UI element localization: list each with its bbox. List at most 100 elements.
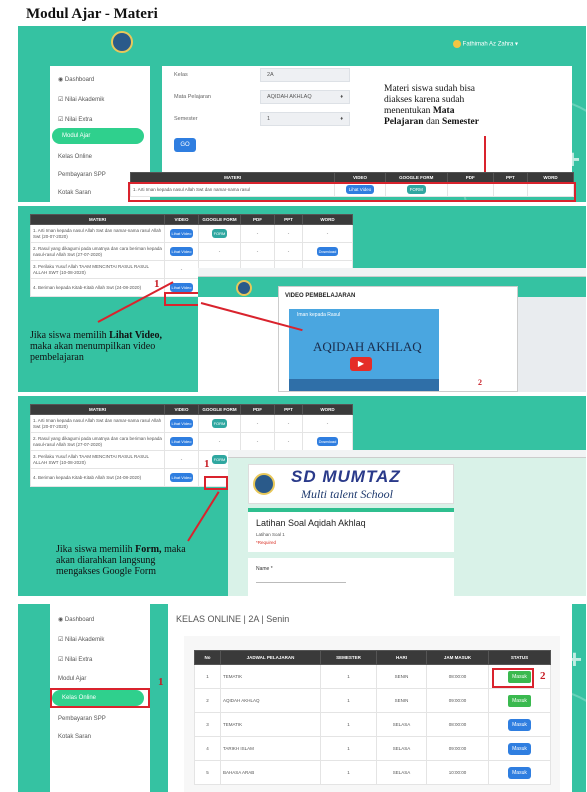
semester-cell: 1 [320,736,377,761]
materi-cell: 4. Beriman kepada Kitab-Kitab Allah Swt … [30,278,165,297]
caption-text: maka [164,544,186,555]
masuk-button[interactable]: Masuk [508,742,531,755]
school-name: SD MUMTAZ [291,467,401,486]
mapel-cell: AQIDAH AKHLAQ [220,688,321,713]
step-marker: 2 [478,378,482,387]
popup-title: VIDEO PEMBELAJARAN [285,293,356,299]
sidebar-item-nilai-extra[interactable]: ☑ Nilai Extra [58,656,92,663]
sidebar-item-nilai-extra[interactable]: ☑ Nilai Extra [58,116,92,123]
semester-cell: 1 [320,712,377,737]
school-logo [253,473,275,495]
mapel-cell: TARIKH ISLAM [220,736,321,761]
download-button[interactable]: Download [316,437,339,446]
column-header: GOOGLE FORM [198,404,241,415]
lihat-video-button[interactable]: Lihat Video [169,229,194,238]
sidebar-item-label: Dashboard [64,617,95,623]
table-header-row: MATERI VIDEO GOOGLE FORM PDF PPT WORD [30,404,353,415]
materi-cell: 3. Perilaku Yusuf Allah TAAM MENCINTAI R… [30,450,165,469]
sidebar-item-label: Dashboard [64,77,95,83]
name-input[interactable] [256,582,346,583]
lihat-video-button[interactable]: Lihat Video [169,283,194,292]
video-cell: Lihat Video [164,242,199,261]
video-cell: Lihat Video [164,432,199,451]
word-cell: - [302,414,353,433]
form-subtitle: Latihan Soal 1 [256,532,285,537]
sidebar-item-kotak-saran[interactable]: Kotak Saran [58,734,91,740]
lihat-video-button[interactable]: Lihat Video [169,473,194,482]
caption-text: Jika siswa memilih [56,544,133,555]
school-logo [111,31,133,53]
user-menu[interactable]: Fathimah Az Zahra ▾ [453,40,518,48]
mata-pelajaran-label: Mata Pelajaran [174,94,211,100]
download-button[interactable]: Download [316,247,339,256]
semester-cell: 1 [320,664,377,689]
avatar [453,40,461,48]
panel-lihat-video: + MATERI VIDEO GOOGLE FORM PDF PPT WORD … [18,206,586,392]
column-header: VIDEO [334,172,386,183]
mapel-cell: BAHASA ARAB [220,760,321,785]
column-header: GOOGLE FORM [384,172,448,183]
column-header: WORD [302,214,353,225]
form-button[interactable]: FORM [211,455,228,464]
video-cell: Lihat Video [164,224,199,243]
mata-pelajaran-select[interactable]: AQIDAH AKHLAQ ♦ [260,90,350,104]
kelas-field[interactable]: 2A [260,68,350,82]
panel-modul-ajar-filter: + Fathimah Az Zahra ▾ ◉ Dashboard ☑ Nila… [18,26,586,202]
column-header: WORD [527,172,574,183]
lihat-video-button[interactable]: Lihat Video [169,247,194,256]
caption-text: diakses karena sudah [384,95,465,105]
go-button[interactable]: GO [174,138,196,152]
step-marker: 2 [540,670,546,682]
mapel-cell: TEMATIK [220,712,321,737]
jam-cell: 08:00:00 [426,664,489,689]
sidebar-item-dashboard[interactable]: ◉ Dashboard [58,616,94,623]
form-button[interactable]: FORM [211,229,228,238]
video-player[interactable]: Iman kepada Rasul AQIDAH AKHLAQ ▶ [289,309,439,391]
sidebar-item-kelas-online[interactable]: Kelas Online [58,154,92,160]
sidebar-item-label: Nilai Akademik [65,637,105,643]
caption-bold: Pelajaran [384,117,424,127]
column-header: No [194,650,221,665]
highlight-box [204,476,228,490]
sidebar-item-nilai-akademik[interactable]: ☑ Nilai Akademik [58,96,104,103]
semester-select[interactable]: 1 ♦ [260,112,350,126]
form-question-card: Name * [248,558,454,596]
sidebar-item-pembayaran-spp[interactable]: Pembayaran SPP [58,716,106,722]
ppt-cell: - [274,414,303,433]
lihat-video-button[interactable]: Lihat Video [169,437,194,446]
column-header: MATERI [30,404,165,415]
school-logo [236,280,252,296]
status-cell: Masuk [488,760,551,785]
form-button[interactable]: FORM [211,419,228,428]
lihat-video-button[interactable]: Lihat Video [169,419,194,428]
masuk-button[interactable]: Masuk [508,694,531,707]
pdf-cell: - [240,432,275,451]
masuk-button[interactable]: Masuk [508,766,531,779]
column-header: PDF [240,404,275,415]
jam-cell: 09:00:00 [426,736,489,761]
hari-cell: SENIN [376,664,427,689]
video-cell: - [164,450,199,469]
table-header-row: MATERI VIDEO GOOGLE FORM PDF PPT WORD [30,214,353,225]
sidebar-item-modul-ajar[interactable]: Modul Ajar [58,676,86,682]
semester-cell: 1 [320,760,377,785]
form-title: Latihan Soal Aqidah Akhlaq [256,518,366,528]
word-cell: Download [302,242,353,261]
step-marker: 1 [158,676,164,688]
video-title-text: AQIDAH AKHLAQ [313,339,422,354]
sidebar-item-nilai-akademik[interactable]: ☑ Nilai Akademik [58,636,104,643]
play-icon[interactable]: ▶ [350,357,372,371]
column-header: MATERI [30,214,165,225]
sidebar-item-kotak-saran[interactable]: Kotak Saran [58,190,91,196]
table-row: 5 BAHASA ARAB 1 SELASA 10:00:00 Masuk [194,760,551,785]
hari-cell: SELASA [376,760,427,785]
column-header: PPT [274,404,303,415]
status-cell: Masuk [488,736,551,761]
status-cell: Masuk [488,688,551,713]
masuk-button[interactable]: Masuk [508,718,531,731]
sidebar-item-dashboard[interactable]: ◉ Dashboard [58,76,94,83]
caption-text: Materi siswa sudah bisa [384,84,476,94]
table-header-row: MATERI VIDEO GOOGLE FORM PDF PPT WORD [129,172,574,183]
sidebar-item-pembayaran-spp[interactable]: Pembayaran SPP [58,172,106,178]
sidebar-item-modul-ajar[interactable]: Modul Ajar [52,128,144,144]
